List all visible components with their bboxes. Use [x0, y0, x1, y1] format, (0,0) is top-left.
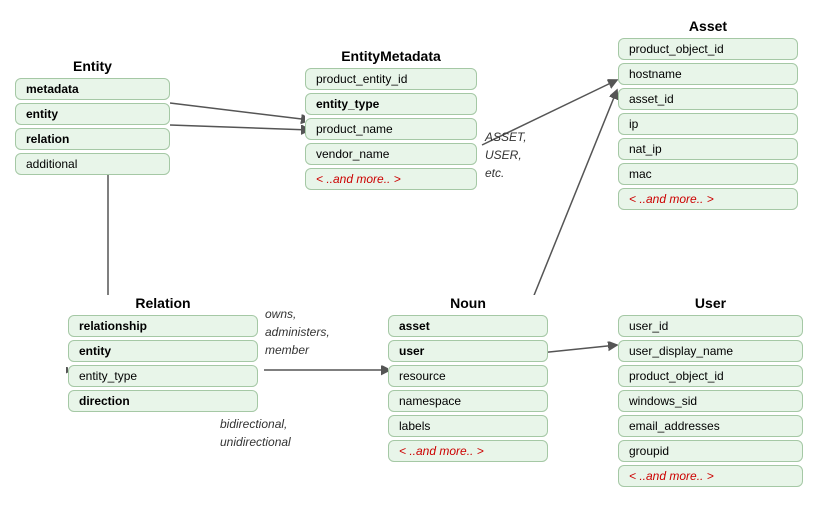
- user-field-windows-sid: windows_sid: [618, 390, 803, 412]
- diagram: Entity metadata entity relation addition…: [0, 0, 823, 506]
- asset-field-asset-id: asset_id: [618, 88, 798, 110]
- noun-field-list: asset user resource namespace labels < .…: [388, 315, 548, 462]
- directional-annotation: bidirectional,unidirectional: [220, 415, 291, 451]
- noun-field-asset: asset: [388, 315, 548, 337]
- em-field-vendor-name: vendor_name: [305, 143, 477, 165]
- em-field-product-name: product_name: [305, 118, 477, 140]
- relation-box: Relation relationship entity entity_type…: [68, 295, 258, 412]
- relation-field-entity-type: entity_type: [68, 365, 258, 387]
- noun-field-namespace: namespace: [388, 390, 548, 412]
- user-field-email-addresses: email_addresses: [618, 415, 803, 437]
- entity-title: Entity: [15, 58, 170, 74]
- user-field-user-display-name: user_display_name: [618, 340, 803, 362]
- asset-field-more: < ..and more.. >: [618, 188, 798, 210]
- owns-annotation: owns,administers,member: [265, 305, 330, 359]
- asset-field-hostname: hostname: [618, 63, 798, 85]
- relation-field-list: relationship entity entity_type directio…: [68, 315, 258, 412]
- noun-field-resource: resource: [388, 365, 548, 387]
- em-field-product-entity-id: product_entity_id: [305, 68, 477, 90]
- asset-field-ip: ip: [618, 113, 798, 135]
- asset-field-mac: mac: [618, 163, 798, 185]
- entity-field-additional: additional: [15, 153, 170, 175]
- user-box: User user_id user_display_name product_o…: [618, 295, 803, 487]
- noun-title: Noun: [388, 295, 548, 311]
- asset-field-list: product_object_id hostname asset_id ip n…: [618, 38, 798, 210]
- user-field-list: user_id user_display_name product_object…: [618, 315, 803, 487]
- entity-metadata-title: EntityMetadata: [305, 48, 477, 64]
- user-field-more: < ..and more.. >: [618, 465, 803, 487]
- entity-field-metadata: metadata: [15, 78, 170, 100]
- entity-metadata-field-list: product_entity_id entity_type product_na…: [305, 68, 477, 190]
- noun-box: Noun asset user resource namespace label…: [388, 295, 548, 462]
- entity-field-entity: entity: [15, 103, 170, 125]
- em-field-entity-type: entity_type: [305, 93, 477, 115]
- em-field-more: < ..and more.. >: [305, 168, 477, 190]
- asset-title: Asset: [618, 18, 798, 34]
- relation-field-relationship: relationship: [68, 315, 258, 337]
- asset-field-nat-ip: nat_ip: [618, 138, 798, 160]
- entity-metadata-box: EntityMetadata product_entity_id entity_…: [305, 48, 477, 190]
- relation-field-entity: entity: [68, 340, 258, 362]
- noun-field-labels: labels: [388, 415, 548, 437]
- user-field-groupid: groupid: [618, 440, 803, 462]
- entity-field-list: metadata entity relation additional: [15, 78, 170, 175]
- relation-field-direction: direction: [68, 390, 258, 412]
- entity-type-annotation: ASSET,USER,etc.: [485, 128, 527, 182]
- user-field-product-object-id: product_object_id: [618, 365, 803, 387]
- user-field-user-id: user_id: [618, 315, 803, 337]
- noun-field-user: user: [388, 340, 548, 362]
- entity-entity-box: Entity metadata entity relation addition…: [15, 58, 170, 175]
- noun-field-more: < ..and more.. >: [388, 440, 548, 462]
- user-title: User: [618, 295, 803, 311]
- asset-box: Asset product_object_id hostname asset_i…: [618, 18, 798, 210]
- relation-title: Relation: [68, 295, 258, 311]
- asset-field-product-object-id: product_object_id: [618, 38, 798, 60]
- entity-field-relation: relation: [15, 128, 170, 150]
